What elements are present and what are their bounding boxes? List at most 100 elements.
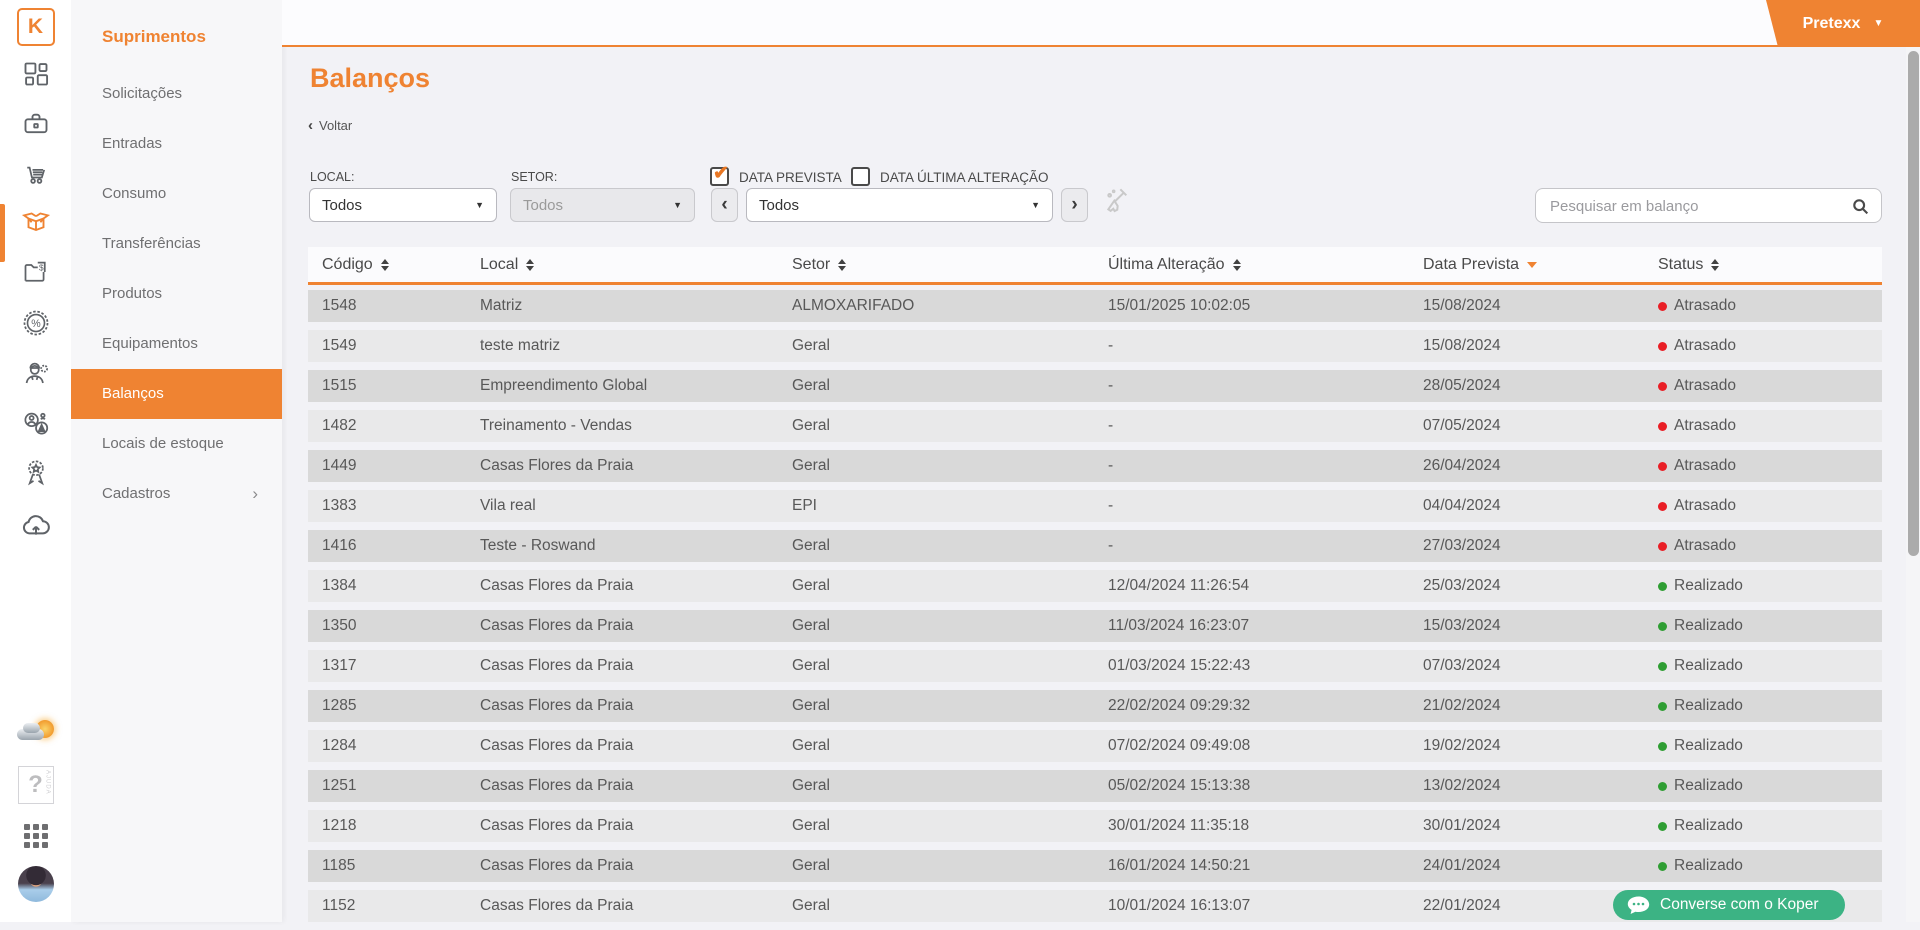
column-header-codigo[interactable]: Código	[322, 247, 480, 282]
cell-codigo: 1383	[322, 497, 480, 515]
column-header-status[interactable]: Status	[1658, 247, 1882, 282]
table-row[interactable]: 1285 Casas Flores da Praia Geral 22/02/2…	[308, 690, 1882, 722]
cell-status: Realizado	[1658, 577, 1882, 595]
table-row[interactable]: 1317 Casas Flores da Praia Geral 01/03/2…	[308, 650, 1882, 682]
table-row[interactable]: 1416 Teste - Roswand Geral - 27/03/2024 …	[308, 530, 1882, 562]
data-ultima-checkbox[interactable]	[851, 167, 870, 186]
clear-filters-broom-icon[interactable]	[1101, 184, 1133, 221]
sidebar-item-entradas[interactable]: Entradas	[71, 119, 282, 169]
table-row[interactable]: 1251 Casas Flores da Praia Geral 05/02/2…	[308, 770, 1882, 802]
cell-data-prevista: 07/05/2024	[1423, 417, 1658, 435]
table-row[interactable]: 1185 Casas Flores da Praia Geral 16/01/2…	[308, 850, 1882, 882]
cell-data-prevista: 28/05/2024	[1423, 377, 1658, 395]
status-dot	[1658, 782, 1667, 791]
column-header-local[interactable]: Local	[480, 247, 792, 282]
cell-local: Teste - Roswand	[480, 537, 792, 555]
cell-data-prevista: 30/01/2024	[1423, 817, 1658, 835]
people-security-icon[interactable]	[0, 408, 71, 438]
status-label: Realizado	[1674, 737, 1743, 755]
weather-icon[interactable]	[0, 718, 71, 746]
period-prev-button[interactable]: ‹	[711, 188, 738, 222]
cell-local: Vila real	[480, 497, 792, 515]
quality-award-icon[interactable]	[0, 457, 71, 487]
account-menu-button[interactable]: Pretexx ▼	[1752, 0, 1920, 47]
status-label: Realizado	[1674, 577, 1743, 595]
column-header-setor[interactable]: Setor	[792, 247, 1108, 282]
table-row[interactable]: 1548 Matriz ALMOXARIFADO 15/01/2025 10:0…	[308, 290, 1882, 322]
chevron-left-icon: ‹	[308, 117, 313, 134]
local-label: LOCAL:	[310, 170, 354, 184]
scrollbar-thumb[interactable]	[1908, 51, 1919, 556]
sidebar-item-locais-de-estoque[interactable]: Locais de estoque	[71, 419, 282, 469]
module-title: Suprimentos	[71, 0, 282, 47]
help-icon[interactable]: ? AJUDA	[0, 766, 71, 804]
sidebar-item-equipamentos[interactable]: Equipamentos	[71, 319, 282, 369]
cell-status: Realizado	[1658, 857, 1882, 875]
column-header-data-prevista[interactable]: Data Prevista	[1423, 247, 1658, 282]
cloud-upload-icon[interactable]	[0, 510, 71, 542]
search-box	[1535, 188, 1882, 223]
sidebar-item-solicitacoes[interactable]: Solicitações	[71, 69, 282, 119]
search-input[interactable]	[1548, 190, 1842, 223]
cell-ultima-alteracao: 10/01/2024 16:13:07	[1108, 897, 1423, 915]
account-name: Pretexx	[1803, 15, 1861, 33]
financial-folder-icon[interactable]: $	[0, 258, 71, 286]
data-prevista-checkbox[interactable]	[710, 167, 729, 186]
sidebar-item-produtos[interactable]: Produtos	[71, 269, 282, 319]
k-logo-icon: K	[17, 8, 55, 46]
status-label: Realizado	[1674, 857, 1743, 875]
koper-chat-button[interactable]: Converse com o Koper	[1613, 890, 1845, 920]
status-dot	[1658, 742, 1667, 751]
sort-icon	[381, 259, 389, 271]
table-row[interactable]: 1515 Empreendimento Global Geral - 28/05…	[308, 370, 1882, 402]
table-row[interactable]: 1549 teste matriz Geral - 15/08/2024 Atr…	[308, 330, 1882, 362]
back-link[interactable]: ‹Voltar	[308, 117, 352, 134]
sidebar-item-transferencias[interactable]: Transferências	[71, 219, 282, 269]
table-row[interactable]: 1384 Casas Flores da Praia Geral 12/04/2…	[308, 570, 1882, 602]
table-row[interactable]: 1482 Treinamento - Vendas Geral - 07/05/…	[308, 410, 1882, 442]
cell-ultima-alteracao: 11/03/2024 16:23:07	[1108, 617, 1423, 635]
status-dot	[1658, 662, 1667, 671]
cell-local: Casas Flores da Praia	[480, 857, 792, 875]
table-row[interactable]: 1218 Casas Flores da Praia Geral 30/01/2…	[308, 810, 1882, 842]
table-row[interactable]: 1449 Casas Flores da Praia Geral - 26/04…	[308, 450, 1882, 482]
cell-codigo: 1285	[322, 697, 480, 715]
discounts-percent-icon[interactable]: %	[0, 308, 71, 338]
briefcase-icon[interactable]	[0, 110, 71, 138]
column-header-ultima-alteracao[interactable]: Última Alteração	[1108, 247, 1423, 282]
table-row[interactable]: 1383 Vila real EPI - 04/04/2024 Atrasado	[308, 490, 1882, 522]
app-logo-k[interactable]: K	[0, 8, 71, 46]
status-label: Realizado	[1674, 777, 1743, 795]
user-avatar[interactable]	[0, 866, 71, 902]
supplies-box-icon[interactable]	[0, 206, 71, 236]
cell-setor: Geral	[792, 697, 1108, 715]
cell-data-prevista: 15/08/2024	[1423, 337, 1658, 355]
search-icon[interactable]	[1850, 196, 1871, 222]
status-dot	[1658, 462, 1667, 471]
cell-ultima-alteracao: 22/02/2024 09:29:32	[1108, 697, 1423, 715]
svg-text:%: %	[31, 318, 41, 330]
table-row[interactable]: 1284 Casas Flores da Praia Geral 07/02/2…	[308, 730, 1882, 762]
cell-data-prevista: 19/02/2024	[1423, 737, 1658, 755]
cell-ultima-alteracao: 15/01/2025 10:02:05	[1108, 297, 1423, 315]
cell-status: Atrasado	[1658, 337, 1882, 355]
chevron-down-icon: ▼	[1873, 18, 1883, 29]
period-select[interactable]: Todos▼	[746, 188, 1053, 222]
app-grid-icon[interactable]	[0, 824, 71, 848]
sidebar-item-cadastros[interactable]: Cadastros ›	[71, 469, 282, 519]
cell-ultima-alteracao: -	[1108, 377, 1423, 395]
purchases-cart-icon[interactable]	[0, 160, 71, 188]
table-row[interactable]: 1350 Casas Flores da Praia Geral 11/03/2…	[308, 610, 1882, 642]
workforce-icon[interactable]	[0, 358, 71, 388]
sidebar-item-balancos[interactable]: Balanços	[71, 369, 282, 419]
period-next-button[interactable]: ›	[1061, 188, 1088, 222]
setor-select[interactable]: Todos▼	[510, 188, 695, 222]
cell-local: Casas Flores da Praia	[480, 697, 792, 715]
local-select[interactable]: Todos▼	[309, 188, 497, 222]
sidebar-item-consumo[interactable]: Consumo	[71, 169, 282, 219]
cell-setor: Geral	[792, 337, 1108, 355]
cell-data-prevista: 15/08/2024	[1423, 297, 1658, 315]
dashboard-icon[interactable]	[0, 60, 71, 88]
table-body: 1548 Matriz ALMOXARIFADO 15/01/2025 10:0…	[308, 290, 1882, 930]
cell-codigo: 1350	[322, 617, 480, 635]
